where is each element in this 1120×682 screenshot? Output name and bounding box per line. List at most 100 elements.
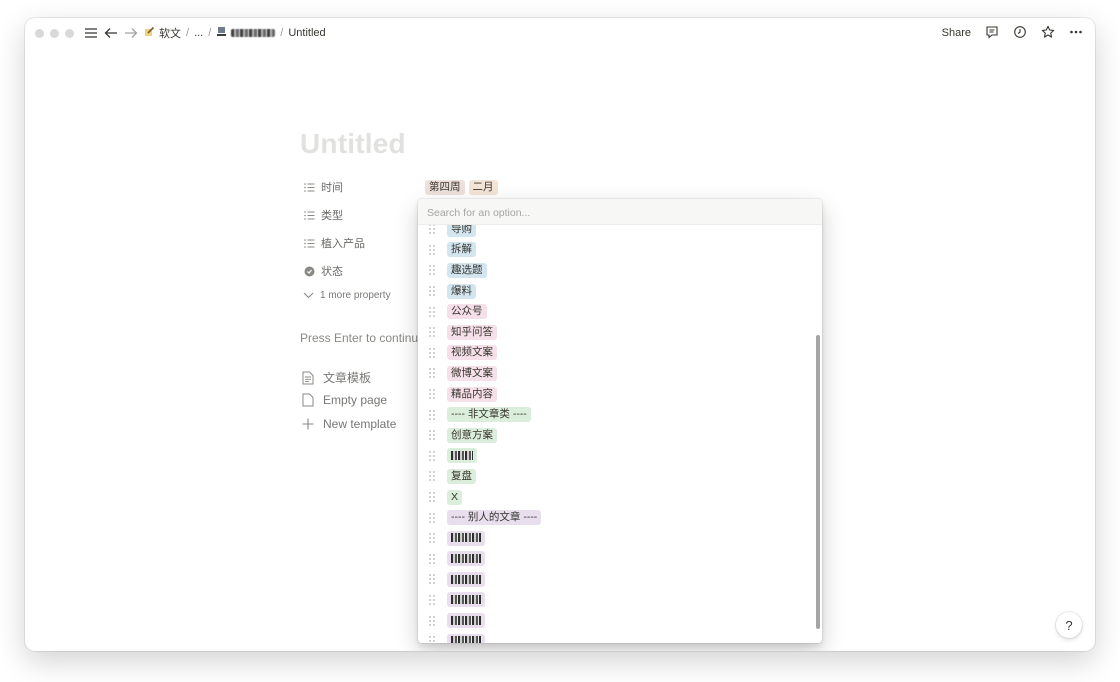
option-item[interactable]: 爆料 (418, 281, 822, 302)
share-button[interactable]: Share (942, 27, 971, 39)
property-tag[interactable]: 第四周 (425, 179, 465, 195)
drag-handle-icon[interactable] (429, 265, 437, 276)
option-tag: 复盘 (447, 468, 476, 484)
redacted-text (451, 636, 481, 643)
drag-handle-icon[interactable] (429, 327, 437, 338)
forward-arrow-icon[interactable] (124, 27, 138, 39)
back-arrow-icon[interactable] (104, 27, 118, 39)
drag-handle-icon[interactable] (429, 595, 437, 605)
option-item[interactable]: 视频文案 (418, 343, 822, 364)
pencil-note-icon (144, 26, 155, 40)
option-item[interactable] (418, 528, 822, 549)
template-label: 文章模板 (323, 371, 372, 385)
option-item[interactable]: 拆解 (418, 240, 822, 261)
option-search-input[interactable] (425, 199, 809, 227)
option-item[interactable] (418, 631, 822, 643)
option-tag: 导购 (447, 225, 476, 237)
option-item[interactable]: ---- 非文章类 ---- (418, 404, 822, 425)
more-properties-toggle[interactable]: 1 more property (303, 290, 391, 301)
option-item[interactable]: 复盘 (418, 466, 822, 487)
breadcrumb-item-3[interactable]: Untitled (288, 27, 325, 39)
list-icon (303, 209, 315, 221)
drag-handle-icon[interactable] (429, 615, 437, 626)
option-tag: ---- 非文章类 ---- (447, 407, 531, 423)
window-controls (35, 28, 74, 38)
option-dropdown: 导购拆解趣选题爆料公众号知乎问答视频文案微博文案精品内容 ---- 非文章类 --… (418, 199, 822, 643)
redacted-option-tag (447, 592, 485, 608)
option-item[interactable] (418, 590, 822, 611)
property-row-status[interactable]: 状态 (303, 263, 343, 279)
breadcrumb-item-0[interactable]: 软文 (144, 25, 181, 41)
drag-handle-icon[interactable] (429, 368, 437, 379)
option-item[interactable] (418, 446, 822, 467)
redacted-breadcrumb-label (231, 29, 276, 37)
more-options-icon[interactable] (1069, 25, 1083, 42)
history-clock-icon[interactable] (1013, 25, 1027, 42)
maximize-window-button[interactable] (65, 28, 74, 38)
property-tag[interactable]: 二月 (468, 179, 498, 195)
redacted-text (451, 574, 481, 584)
option-item[interactable]: 精品内容 (418, 384, 822, 405)
drag-handle-icon[interactable] (429, 574, 437, 585)
drag-handle-icon[interactable] (429, 306, 437, 317)
option-item[interactable]: 创意方案 (418, 425, 822, 446)
property-row-time[interactable]: 时间 第四周 二月 (303, 179, 502, 195)
option-item[interactable]: ---- 别人的文章 ---- (418, 507, 822, 528)
redacted-text (451, 554, 481, 564)
template-item[interactable]: New template (301, 417, 396, 431)
plus-icon (301, 418, 315, 430)
property-label: 植入产品 (321, 238, 365, 250)
option-item[interactable]: 知乎问答 (418, 322, 822, 343)
chevron-down-icon (303, 292, 314, 299)
drag-handle-icon[interactable] (429, 450, 437, 461)
drag-handle-icon[interactable] (429, 286, 437, 296)
status-icon (303, 265, 315, 277)
drag-handle-icon[interactable] (429, 347, 437, 358)
drag-handle-icon[interactable] (429, 512, 437, 523)
property-row-product[interactable]: 植入产品 (303, 235, 365, 251)
drag-handle-icon[interactable] (429, 533, 437, 544)
dropdown-scrollbar[interactable] (816, 335, 820, 629)
close-window-button[interactable] (35, 28, 44, 38)
option-item[interactable]: 微博文案 (418, 363, 822, 384)
comment-icon[interactable] (985, 25, 999, 42)
option-item[interactable]: X (418, 487, 822, 508)
redacted-option-tag (447, 633, 485, 643)
drag-handle-icon[interactable] (429, 225, 437, 235)
document-stack-icon (216, 26, 227, 40)
list-icon (303, 237, 315, 249)
template-label: Empty page (323, 393, 388, 407)
sidebar-menu-icon[interactable] (84, 27, 98, 39)
template-item[interactable]: Empty page (301, 393, 387, 407)
redacted-option-tag (447, 613, 485, 629)
drag-handle-icon[interactable] (429, 492, 437, 502)
redacted-option-tag (447, 571, 485, 587)
help-button[interactable]: ? (1056, 612, 1082, 638)
favorite-star-icon[interactable] (1041, 25, 1055, 42)
option-item[interactable]: 趣选题 (418, 260, 822, 281)
property-row-type[interactable]: 类型 (303, 207, 343, 223)
drag-handle-icon[interactable] (429, 553, 437, 564)
option-tag: 公众号 (447, 304, 487, 320)
option-list[interactable]: 导购拆解 趣选题 爆料公众号知乎问答 视频文案 微博文案精品内容 ---- 非文章类 --… (418, 225, 822, 643)
property-label: 时间 (321, 182, 343, 194)
option-item[interactable] (418, 610, 822, 631)
template-item[interactable]: 文章模板 (301, 369, 371, 386)
drag-handle-icon[interactable] (429, 244, 437, 255)
breadcrumb-item-2[interactable] (216, 26, 276, 40)
drag-handle-icon[interactable] (429, 636, 437, 643)
option-item[interactable] (418, 569, 822, 590)
drag-handle-icon[interactable] (429, 471, 437, 482)
option-tag: 微博文案 (447, 365, 497, 381)
more-properties-label: 1 more property (320, 290, 391, 301)
page-title[interactable]: Untitled (300, 128, 406, 160)
option-item[interactable]: 公众号 (418, 301, 822, 322)
drag-handle-icon[interactable] (429, 389, 437, 399)
breadcrumb-item-1[interactable]: ... (194, 27, 203, 39)
drag-handle-icon[interactable] (429, 430, 437, 441)
option-item[interactable]: 导购 (418, 225, 822, 240)
minimize-window-button[interactable] (50, 28, 59, 38)
drag-handle-icon[interactable] (429, 409, 437, 420)
option-item[interactable] (418, 549, 822, 570)
redacted-text (451, 533, 481, 543)
